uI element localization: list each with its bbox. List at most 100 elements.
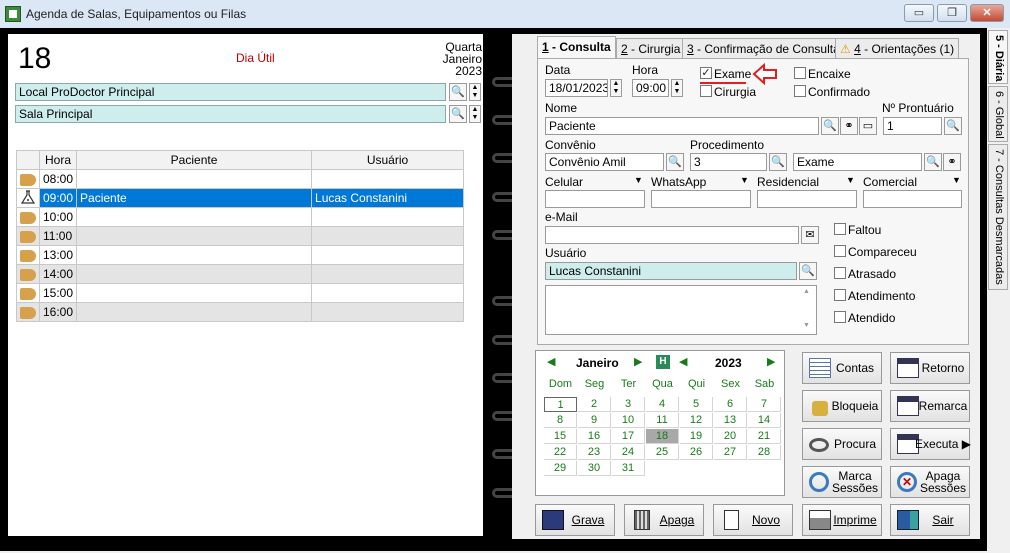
calendar-day[interactable]: 20 (714, 429, 747, 444)
calendar-day[interactable]: 21 (748, 429, 781, 444)
calendar-day[interactable]: 13 (714, 413, 747, 428)
comercial-label[interactable]: Comercial (863, 175, 917, 189)
compareceu-checkbox[interactable] (834, 245, 846, 257)
prontuario-search-icon[interactable]: 🔍 (944, 117, 962, 135)
calendar-day[interactable]: 11 (646, 413, 679, 428)
calendar-day[interactable]: 3 (612, 397, 645, 412)
residencial-dropdown-icon[interactable]: ▼ (846, 175, 855, 185)
restore-button[interactable]: ❐ (937, 4, 967, 22)
room-field[interactable]: Sala Principal (15, 105, 446, 123)
marca-sessoes-button[interactable]: Marca Sessões (802, 466, 882, 498)
tab-consultas-desmarcadas[interactable]: 7 - Consultas Desmarcadas (988, 144, 1008, 290)
tab-global[interactable]: 6 - Global (988, 86, 1008, 142)
calendar-day[interactable]: 9 (578, 413, 611, 428)
calendar-day[interactable]: 27 (714, 445, 747, 460)
calendar-day[interactable]: 29 (544, 461, 577, 476)
sair-button[interactable]: Sair (890, 504, 970, 536)
calendar-day[interactable]: 10 (612, 413, 645, 428)
table-row-selected[interactable]: 09:00 Paciente Lucas Constanini (16, 188, 464, 208)
minimize-button[interactable]: ▭ (904, 4, 934, 22)
calendar-day[interactable]: 14 (748, 413, 781, 428)
whatsapp-label[interactable]: WhatsApp (651, 175, 706, 189)
notes-scroll-down-icon[interactable]: ▼ (803, 322, 810, 329)
confirmado-checkbox[interactable] (794, 85, 806, 97)
contas-button[interactable]: Contas (802, 352, 882, 384)
email-send-icon[interactable]: ✉ (801, 226, 819, 244)
calendar-day[interactable]: 5 (680, 397, 713, 412)
calendar-day[interactable]: 16 (578, 429, 611, 444)
calendar-day[interactable]: 22 (544, 445, 577, 460)
folder-icon[interactable]: ▭ (859, 117, 877, 135)
time-field[interactable]: 09:00 (632, 79, 669, 97)
apaga-sessoes-button[interactable]: ✕ Apaga Sessões (890, 466, 970, 498)
calendar-day[interactable]: 31 (612, 461, 645, 476)
retorno-button[interactable]: Retorno (890, 352, 970, 384)
celular-dropdown-icon[interactable]: ▼ (634, 175, 643, 185)
calendar-day[interactable]: 7 (748, 397, 781, 412)
table-row[interactable]: 10:00 (16, 207, 464, 227)
usuario-field[interactable]: Lucas Constanini (545, 262, 797, 280)
imprime-button[interactable]: Imprime (802, 504, 882, 536)
cirurgia-checkbox[interactable] (700, 85, 712, 97)
today-button[interactable]: H (656, 355, 670, 369)
tab-confirmacao[interactable]: 3 - Confirmação de Consultas (682, 38, 851, 58)
encaixe-checkbox[interactable] (794, 67, 806, 79)
tab-cirurgia[interactable]: 2 - Cirurgia (616, 38, 686, 58)
calendar-day[interactable]: 23 (578, 445, 611, 460)
table-row[interactable]: 11:00 (16, 226, 464, 246)
email-field[interactable] (545, 226, 799, 244)
tab-orientacoes[interactable]: ⚠ 4 - Orientações (1) (835, 38, 960, 58)
usuario-column-header[interactable]: Usuário (311, 150, 464, 170)
calendar-day[interactable]: 4 (646, 397, 679, 412)
paciente-column-header[interactable]: Paciente (76, 150, 313, 170)
prontuario-field[interactable]: 1 (883, 117, 942, 135)
atrasado-checkbox[interactable] (834, 267, 846, 279)
date-field[interactable]: 18/01/2023 (545, 79, 608, 97)
prev-year-icon[interactable]: ◀ (679, 355, 687, 368)
procedimento-code-search-icon[interactable]: 🔍 (769, 153, 787, 171)
calendar-day[interactable]: 24 (612, 445, 645, 460)
table-row[interactable]: 14:00 (16, 264, 464, 284)
calendar-day[interactable]: 19 (680, 429, 713, 444)
tab-consulta[interactable]: 1 - Consulta (537, 36, 616, 59)
residencial-field[interactable] (757, 190, 857, 208)
binoculars-icon[interactable]: ⚭ (840, 117, 858, 135)
calendar-day[interactable]: 18 (646, 429, 679, 444)
residencial-label[interactable]: Residencial (757, 175, 819, 189)
location-search-icon[interactable]: 🔍 (449, 83, 467, 101)
calendar-day[interactable]: 28 (748, 445, 781, 460)
procedimento-search-icon[interactable]: 🔍 (924, 153, 942, 171)
notes-scroll-up-icon[interactable]: ▲ (803, 288, 810, 295)
nome-search-icon[interactable]: 🔍 (821, 117, 839, 135)
location-field[interactable]: Local ProDoctor Principal (15, 83, 446, 101)
procedimento-code-field[interactable]: 3 (690, 153, 767, 171)
table-row[interactable]: 13:00 (16, 245, 464, 265)
novo-button[interactable]: Novo (713, 504, 793, 536)
apaga-button[interactable]: Apaga (624, 504, 704, 536)
procedimento-binoculars-icon[interactable]: ⚭ (943, 153, 961, 171)
calendar-day[interactable]: 25 (646, 445, 679, 460)
atendimento-checkbox[interactable] (834, 289, 846, 301)
usuario-search-icon[interactable]: 🔍 (799, 262, 817, 280)
exame-checkbox[interactable]: ✓ (700, 67, 712, 79)
grava-button[interactable]: Grava (535, 504, 615, 536)
room-spinner[interactable]: ▲ ▼ (469, 105, 481, 123)
table-row[interactable]: 15:00 (16, 283, 464, 303)
calendar-day[interactable]: 2 (578, 397, 611, 412)
calendar-day[interactable]: 6 (714, 397, 747, 412)
hora-column-header[interactable]: Hora (38, 150, 78, 170)
bloqueia-button[interactable]: Bloqueia (802, 390, 882, 422)
calendar-day[interactable]: 12 (680, 413, 713, 428)
location-spinner[interactable]: ▲ ▼ (469, 83, 481, 101)
whatsapp-field[interactable] (651, 190, 751, 208)
calendar-day[interactable]: 1 (544, 397, 577, 412)
calendar-day[interactable]: 26 (680, 445, 713, 460)
whatsapp-dropdown-icon[interactable]: ▼ (740, 175, 749, 185)
calendar-day[interactable]: 17 (612, 429, 645, 444)
remarca-button[interactable]: Remarca (890, 390, 970, 422)
table-row[interactable]: 16:00 (16, 302, 464, 322)
next-year-icon[interactable]: ▶ (767, 355, 775, 368)
celular-label[interactable]: Celular (545, 175, 583, 189)
calendar-day[interactable]: 15 (544, 429, 577, 444)
calendar-day[interactable]: 8 (544, 413, 577, 428)
